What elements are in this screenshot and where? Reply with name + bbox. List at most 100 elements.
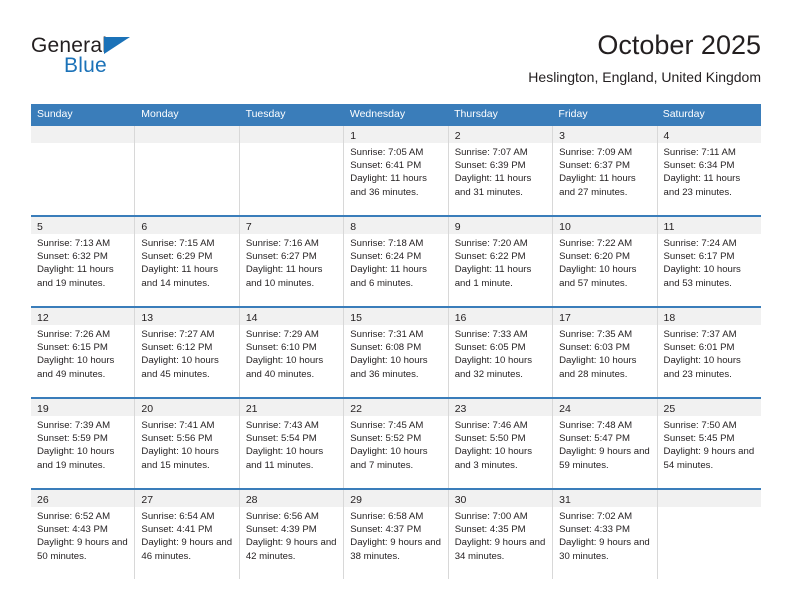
calendar-day-cell[interactable]: 8 Sunrise: 7:18 AM Sunset: 6:24 PM Daylight… xyxy=(344,217,449,306)
calendar-day-cell-empty xyxy=(657,490,761,579)
calendar-day-cell[interactable]: 26 Sunrise: 6:52 AM Sunset: 4:43 PM Dayligh… xyxy=(31,490,136,579)
weekday-header-tuesday: Tuesday xyxy=(245,108,286,120)
day-details: Sunrise: 7:22 AM Sunset: 6:20 PM Daylight:… xyxy=(553,234,656,290)
day-number-band: 9 xyxy=(448,217,553,234)
calendar-day-cell[interactable]: 19 Sunrise: 7:39 AM Sunset: 5:59 PM Dayligh… xyxy=(31,399,136,488)
calendar-day-cell[interactable]: 20 Sunrise: 7:41 AM Sunset: 5:56 PM Dayligh… xyxy=(135,399,240,488)
calendar-day-cell[interactable]: 21 Sunrise: 7:43 AM Sunset: 5:54 PM Dayligh… xyxy=(239,399,345,488)
calendar-week-row: 12 Sunrise: 7:26 AM Sunset: 6:15 PM Dayligh… xyxy=(31,306,761,397)
sunrise-text: Sunrise: 7:18 AM xyxy=(350,238,424,249)
sunset-text: Sunset: 6:24 PM xyxy=(350,251,422,263)
daylight-text: Daylight: 10 hours and 23 minutes. xyxy=(663,355,741,380)
calendar-day-cell[interactable]: 23 Sunrise: 7:46 AM Sunset: 5:50 PM Dayligh… xyxy=(448,399,554,488)
calendar-day-cell[interactable]: 27 Sunrise: 6:54 AM Sunset: 4:41 PM Dayligh… xyxy=(135,490,240,579)
day-details: Sunrise: 7:39 AM Sunset: 5:59 PM Daylight:… xyxy=(31,416,134,472)
calendar-day-cell[interactable]: 29 Sunrise: 6:58 AM Sunset: 4:37 PM Dayligh… xyxy=(344,490,449,579)
day-details: Sunrise: 6:56 AM Sunset: 4:39 PM Daylight:… xyxy=(240,507,343,563)
day-number-band xyxy=(657,490,761,507)
sunrise-text: Sunrise: 7:16 AM xyxy=(245,238,319,249)
sunset-text: Sunset: 6:37 PM xyxy=(559,160,631,172)
day-details: Sunrise: 7:35 AM Sunset: 6:03 PM Daylight:… xyxy=(553,325,656,381)
calendar-day-cell[interactable]: 30 Sunrise: 7:00 AM Sunset: 4:35 PM Dayligh… xyxy=(448,490,554,579)
triangle-icon xyxy=(104,37,130,54)
calendar-day-cell[interactable]: 22 Sunrise: 7:45 AM Sunset: 5:52 PM Dayligh… xyxy=(344,399,449,488)
calendar-day-cell[interactable]: 12 Sunrise: 7:26 AM Sunset: 6:15 PM Dayligh… xyxy=(31,308,136,397)
calendar-day-cell[interactable]: 5 Sunrise: 7:13 AM Sunset: 6:32 PM Daylight… xyxy=(31,217,136,306)
calendar-day-cell[interactable]: 25 Sunrise: 7:50 AM Sunset: 5:45 PM Dayligh… xyxy=(657,399,761,488)
sunset-text: Sunset: 5:52 PM xyxy=(350,433,422,445)
day-number-band: 6 xyxy=(135,217,239,234)
calendar-day-cell[interactable]: 24 Sunrise: 7:48 AM Sunset: 5:47 PM Dayligh… xyxy=(553,399,658,488)
day-number-band: 2 xyxy=(448,126,553,143)
day-number: 1 xyxy=(350,130,357,142)
daylight-text: Daylight: 10 hours and 49 minutes. xyxy=(37,355,115,380)
daylight-text: Daylight: 11 hours and 10 minutes. xyxy=(245,264,323,289)
sunset-text: Sunset: 4:43 PM xyxy=(37,524,108,536)
calendar-day-cell[interactable]: 15 Sunrise: 7:31 AM Sunset: 6:08 PM Dayligh… xyxy=(344,308,449,397)
day-details: Sunrise: 7:24 AM Sunset: 6:17 PM Daylight:… xyxy=(658,234,761,290)
calendar-day-cell[interactable]: 10 Sunrise: 7:22 AM Sunset: 6:20 PM Dayligh… xyxy=(553,217,658,306)
sunrise-text: Sunrise: 7:45 AM xyxy=(350,420,424,431)
calendar-day-cell[interactable]: 11 Sunrise: 7:24 AM Sunset: 6:17 PM Dayligh… xyxy=(657,217,761,306)
day-number-band: 1 xyxy=(344,126,448,143)
daylight-text: Daylight: 10 hours and 7 minutes. xyxy=(350,446,428,471)
sunset-text: Sunset: 6:08 PM xyxy=(350,342,422,354)
calendar-day-cell[interactable]: 1 Sunrise: 7:05 AM Sunset: 6:41 PM Daylight… xyxy=(344,126,449,215)
sunrise-text: Sunrise: 7:13 AM xyxy=(37,238,111,249)
generalblue-logo[interactable]: General Blue xyxy=(31,34,231,90)
page-subtitle: Heslington, England, United Kingdom xyxy=(528,69,761,85)
daylight-text: Daylight: 9 hours and 38 minutes. xyxy=(350,537,441,562)
calendar-day-cell[interactable]: 31 Sunrise: 7:02 AM Sunset: 4:33 PM Dayligh… xyxy=(553,490,658,579)
daylight-text: Daylight: 11 hours and 14 minutes. xyxy=(141,264,219,289)
calendar-day-cell[interactable]: 18 Sunrise: 7:37 AM Sunset: 6:01 PM Dayligh… xyxy=(657,308,761,397)
day-details: Sunrise: 7:26 AM Sunset: 6:15 PM Daylight:… xyxy=(31,325,134,381)
day-number: 29 xyxy=(350,494,362,506)
calendar-day-cell[interactable]: 2 Sunrise: 7:07 AM Sunset: 6:39 PM Daylight… xyxy=(448,126,554,215)
day-details: Sunrise: 7:05 AM Sunset: 6:41 PM Daylight:… xyxy=(344,143,447,199)
calendar-day-cell[interactable]: 28 Sunrise: 6:56 AM Sunset: 4:39 PM Dayligh… xyxy=(239,490,345,579)
sunrise-text: Sunrise: 7:33 AM xyxy=(454,329,528,340)
day-details: Sunrise: 7:13 AM Sunset: 6:32 PM Daylight:… xyxy=(31,234,134,290)
calendar-day-cell[interactable]: 13 Sunrise: 7:27 AM Sunset: 6:12 PM Dayligh… xyxy=(135,308,240,397)
calendar-day-cell[interactable]: 16 Sunrise: 7:33 AM Sunset: 6:05 PM Dayligh… xyxy=(448,308,554,397)
day-number: 9 xyxy=(454,221,461,233)
calendar-day-cell[interactable]: 6 Sunrise: 7:15 AM Sunset: 6:29 PM Daylight… xyxy=(135,217,240,306)
day-number-band: 18 xyxy=(657,308,761,325)
daylight-text: Daylight: 10 hours and 57 minutes. xyxy=(559,264,637,289)
sunset-text: Sunset: 4:37 PM xyxy=(350,524,422,536)
calendar-day-cell[interactable]: 17 Sunrise: 7:35 AM Sunset: 6:03 PM Dayligh… xyxy=(553,308,658,397)
day-number: 19 xyxy=(37,403,49,415)
calendar-day-cell-empty xyxy=(135,126,240,215)
calendar-day-cell[interactable]: 14 Sunrise: 7:29 AM Sunset: 6:10 PM Dayligh… xyxy=(239,308,345,397)
day-details: Sunrise: 7:07 AM Sunset: 6:39 PM Daylight:… xyxy=(449,143,552,199)
day-details: Sunrise: 7:33 AM Sunset: 6:05 PM Daylight:… xyxy=(449,325,552,381)
sunset-text: Sunset: 6:34 PM xyxy=(663,160,735,172)
calendar-day-cell[interactable]: 7 Sunrise: 7:16 AM Sunset: 6:27 PM Daylight… xyxy=(239,217,345,306)
daylight-text: Daylight: 11 hours and 23 minutes. xyxy=(663,173,741,198)
calendar-day-cell[interactable]: 3 Sunrise: 7:09 AM Sunset: 6:37 PM Daylight… xyxy=(553,126,658,215)
daylight-text: Daylight: 11 hours and 1 minute. xyxy=(454,264,532,289)
daylight-text: Daylight: 10 hours and 15 minutes. xyxy=(141,446,219,471)
day-number-band: 17 xyxy=(553,308,657,325)
calendar-day-cell[interactable]: 4 Sunrise: 7:11 AM Sunset: 6:34 PM Daylight… xyxy=(657,126,761,215)
day-details: Sunrise: 7:45 AM Sunset: 5:52 PM Daylight:… xyxy=(344,416,447,472)
day-number: 11 xyxy=(663,221,675,233)
day-number-band: 14 xyxy=(239,308,344,325)
sunrise-text: Sunrise: 7:20 AM xyxy=(454,238,528,249)
day-number: 10 xyxy=(559,221,571,233)
day-number-band: 31 xyxy=(553,490,657,507)
day-details: Sunrise: 7:48 AM Sunset: 5:47 PM Daylight:… xyxy=(553,416,656,472)
daylight-text: Daylight: 9 hours and 46 minutes. xyxy=(141,537,233,562)
day-number: 23 xyxy=(454,403,467,415)
day-number: 27 xyxy=(141,494,154,506)
day-number: 13 xyxy=(141,312,154,324)
calendar-day-cell[interactable]: 9 Sunrise: 7:20 AM Sunset: 6:22 PM Daylight… xyxy=(448,217,554,306)
day-details: Sunrise: 7:37 AM Sunset: 6:01 PM Daylight:… xyxy=(658,325,761,381)
day-number: 25 xyxy=(663,403,676,415)
day-details: Sunrise: 7:18 AM Sunset: 6:24 PM Daylight:… xyxy=(344,234,447,290)
sunrise-text: Sunrise: 7:00 AM xyxy=(454,511,528,522)
daylight-text: Daylight: 11 hours and 19 minutes. xyxy=(37,264,114,289)
sunrise-text: Sunrise: 7:43 AM xyxy=(245,420,319,431)
day-details: Sunrise: 6:58 AM Sunset: 4:37 PM Daylight:… xyxy=(344,507,447,563)
sunrise-text: Sunrise: 7:26 AM xyxy=(37,329,111,340)
